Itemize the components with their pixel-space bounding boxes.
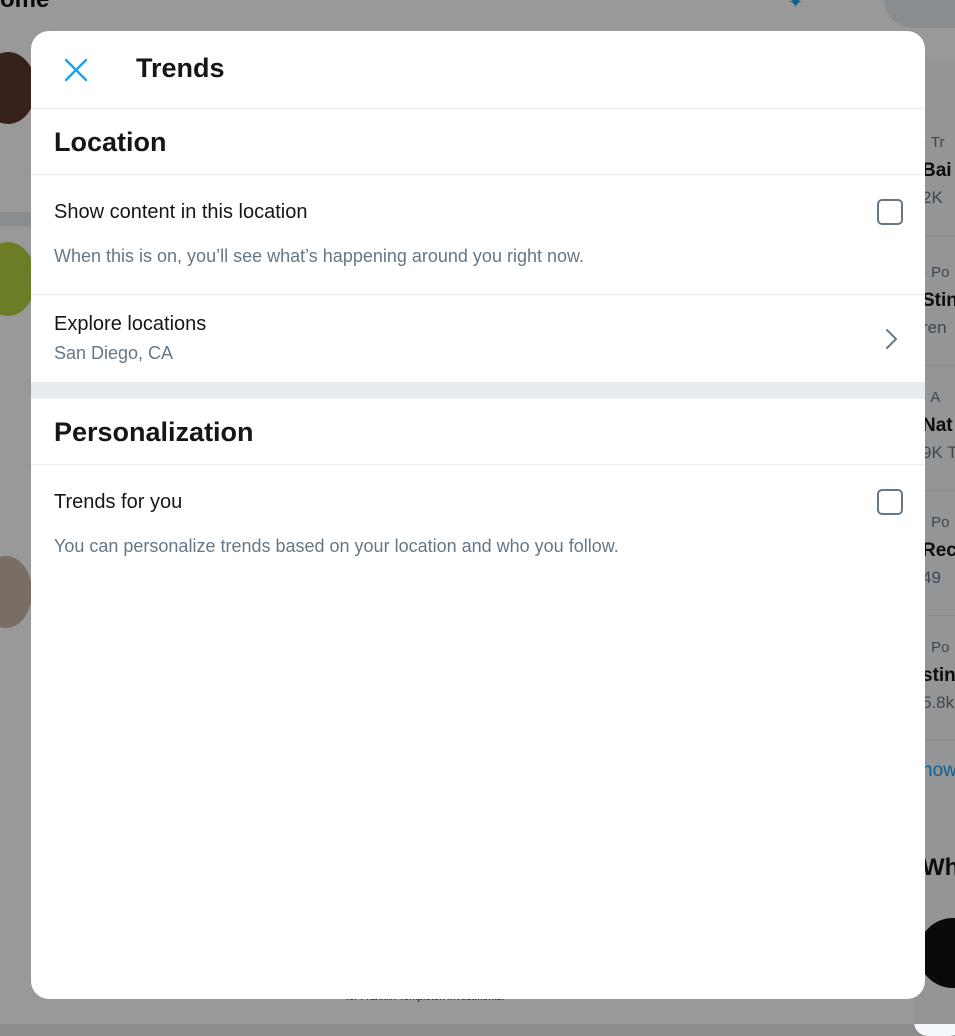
current-location-value: San Diego, CA [54, 343, 174, 363]
location-heading: Location [31, 109, 925, 175]
section-divider [31, 383, 925, 399]
setting-title: Trends for you [54, 491, 183, 513]
show-content-location-setting[interactable]: Show content in this location When this … [31, 175, 925, 295]
modal-header: Trends [31, 31, 925, 109]
close-button[interactable] [57, 51, 95, 89]
trends-for-you-checkbox[interactable] [877, 489, 903, 515]
close-icon [64, 58, 88, 82]
setting-description: When this is on, you’ll see what’s happe… [54, 246, 584, 266]
setting-description: You can personalize trends based on your… [54, 536, 619, 556]
setting-title: Show content in this location [54, 201, 308, 223]
trends-for-you-setting[interactable]: Trends for you You can personalize trend… [31, 465, 925, 575]
personalization-heading: Personalization [31, 399, 925, 465]
setting-title: Explore locations [54, 313, 207, 335]
modal-title: Trends [136, 53, 225, 83]
explore-locations-row[interactable]: Explore locations San Diego, CA [31, 295, 925, 383]
chevron-right-icon[interactable] [885, 327, 899, 351]
trends-modal: Trends Location Show content in this loc… [31, 31, 925, 999]
show-content-checkbox[interactable] [877, 199, 903, 225]
